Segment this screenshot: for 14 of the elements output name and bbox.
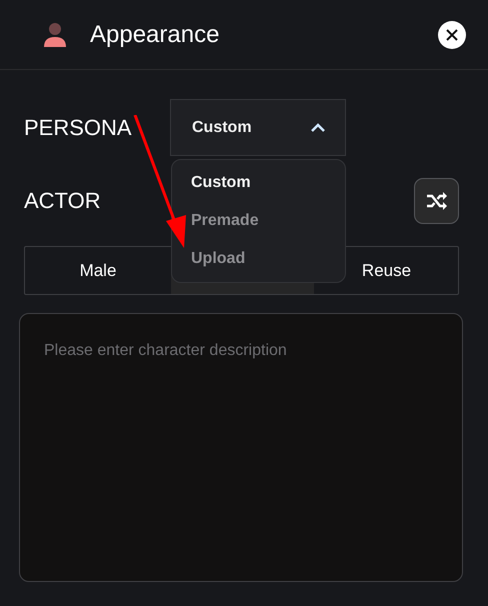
dropdown-option[interactable]: Premade [172,202,345,240]
persona-dropdown[interactable]: Custom [170,99,346,156]
window-title: Appearance [90,20,220,48]
persona-label: PERSONA [24,114,133,140]
description-field[interactable]: Please enter character description [19,313,463,582]
actor-label: ACTOR [24,188,102,214]
shuffle-icon [426,192,448,210]
shuffle-button[interactable] [414,178,459,224]
dropdown-option[interactable]: Custom [172,164,345,202]
close-icon [446,28,458,40]
close-button[interactable] [438,20,466,48]
segment-tab[interactable]: Male [25,247,171,294]
user-icon [44,22,66,46]
chevron-icon [311,123,325,132]
